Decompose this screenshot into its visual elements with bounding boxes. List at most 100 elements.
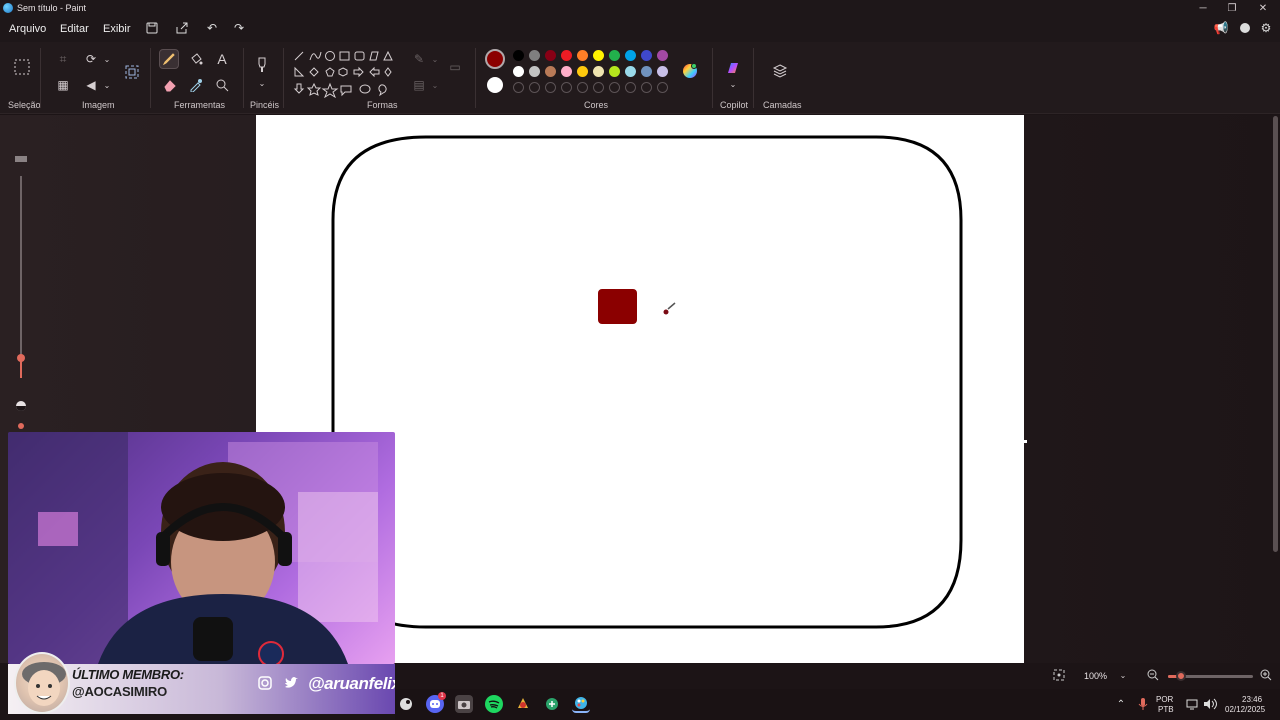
- clock-time[interactable]: 23:46: [1242, 695, 1262, 705]
- group-label-shapes: Formas: [367, 100, 398, 110]
- brush-icon[interactable]: [253, 56, 271, 74]
- fit-to-window-icon[interactable]: [1051, 667, 1067, 683]
- chevron-down-icon[interactable]: ⌄: [1116, 667, 1130, 683]
- custom-color-slot[interactable]: [545, 82, 556, 93]
- custom-color-slot[interactable]: [513, 82, 524, 93]
- spotify-icon[interactable]: [485, 695, 503, 713]
- zoom-level[interactable]: 100%: [1084, 671, 1107, 681]
- chevron-down-icon[interactable]: ⌄: [724, 75, 742, 93]
- chevron-down-icon[interactable]: ⌄: [426, 76, 444, 94]
- eraser-icon[interactable]: [161, 76, 179, 94]
- image-resize-icon[interactable]: [122, 62, 142, 82]
- undo-icon[interactable]: ↶: [204, 20, 220, 36]
- menu-file[interactable]: Arquivo: [9, 23, 46, 35]
- divider: [753, 48, 754, 108]
- palette-color-swatch[interactable]: [577, 66, 588, 77]
- primary-color-swatch[interactable]: [485, 49, 505, 69]
- network-icon[interactable]: [1184, 695, 1202, 713]
- palette-color-swatch[interactable]: [609, 50, 620, 61]
- text-tool-icon[interactable]: A: [213, 50, 231, 68]
- palette-color-swatch[interactable]: [593, 66, 604, 77]
- layers-icon[interactable]: [771, 62, 789, 80]
- zoom-slider-knob[interactable]: [1176, 671, 1186, 681]
- input-language[interactable]: POR: [1156, 695, 1173, 705]
- vertical-scrollbar[interactable]: [1273, 116, 1278, 552]
- chevron-up-icon[interactable]: ⌃: [1112, 695, 1130, 713]
- palette-color-swatch[interactable]: [577, 50, 588, 61]
- custom-color-slot[interactable]: [625, 82, 636, 93]
- custom-color-slot[interactable]: [641, 82, 652, 93]
- brush-size-slider[interactable]: [13, 150, 29, 440]
- palette-color-swatch[interactable]: [625, 50, 636, 61]
- save-icon[interactable]: [144, 20, 160, 36]
- palette-color-swatch[interactable]: [561, 50, 572, 61]
- close-button[interactable]: ✕: [1248, 0, 1278, 16]
- palette-color-swatch[interactable]: [561, 66, 572, 77]
- keyboard-layout[interactable]: PTB: [1158, 705, 1174, 715]
- selection-tool-icon[interactable]: [12, 57, 32, 77]
- settings-gear-icon[interactable]: ⚙: [1258, 20, 1274, 36]
- color-wheel-icon[interactable]: [681, 62, 699, 80]
- canvas-resize-handle[interactable]: [1024, 440, 1027, 443]
- redo-icon[interactable]: ↷: [231, 20, 247, 36]
- group-label-copilot: Copilot: [720, 100, 749, 110]
- fill-bucket-icon[interactable]: [187, 50, 205, 68]
- ribbon: Seleção ⌗ ⟳ ⌄ ▦ ◀ ⌄ Imagem A Ferramentas…: [0, 42, 1280, 114]
- palette-color-swatch[interactable]: [513, 50, 524, 61]
- color-picker-icon[interactable]: [187, 76, 205, 94]
- palette-color-swatch[interactable]: [641, 50, 652, 61]
- custom-color-slot[interactable]: [577, 82, 588, 93]
- zoom-in-icon[interactable]: [1258, 667, 1274, 683]
- account-icon[interactable]: [1237, 20, 1253, 36]
- shapes-gallery[interactable]: [293, 50, 397, 98]
- palette-color-swatch[interactable]: [625, 66, 636, 77]
- minimize-button[interactable]: ─: [1188, 0, 1218, 16]
- pencil-icon[interactable]: [159, 49, 179, 69]
- chevron-down-icon[interactable]: ⌄: [98, 50, 116, 68]
- crop-icon[interactable]: ⌗: [54, 50, 72, 68]
- palette-color-swatch[interactable]: [657, 50, 668, 61]
- image-select-icon[interactable]: ▦: [54, 76, 72, 94]
- menu-edit[interactable]: Editar: [60, 23, 89, 35]
- menu-view[interactable]: Exibir: [103, 23, 131, 35]
- tracker-app-icon[interactable]: [543, 695, 561, 713]
- divider: [283, 48, 284, 108]
- microphone-icon[interactable]: [1134, 695, 1152, 713]
- pencil-cursor-icon: [663, 302, 676, 315]
- custom-color-slot[interactable]: [561, 82, 572, 93]
- restore-button[interactable]: ❐: [1217, 0, 1247, 16]
- palette-color-swatch[interactable]: [641, 66, 652, 77]
- palette-color-swatch[interactable]: [529, 50, 540, 61]
- zoom-out-icon[interactable]: [1145, 667, 1161, 683]
- palette-color-swatch[interactable]: [545, 50, 556, 61]
- magnifier-icon[interactable]: [213, 76, 231, 94]
- custom-color-slot[interactable]: [529, 82, 540, 93]
- game-app-icon[interactable]: [514, 695, 532, 713]
- secondary-color-swatch[interactable]: [487, 77, 503, 93]
- palette-color-swatch[interactable]: [609, 66, 620, 77]
- title-bar: Sem título - Paint: [0, 0, 1280, 16]
- feedback-icon[interactable]: 📢: [1213, 20, 1229, 36]
- chevron-down-icon[interactable]: ⌄: [426, 50, 444, 68]
- divider: [475, 48, 476, 108]
- clock-date[interactable]: 02/12/2025: [1225, 705, 1265, 715]
- shape-fill-icon[interactable]: ▭: [446, 58, 464, 76]
- share-icon[interactable]: [174, 20, 190, 36]
- divider: [40, 48, 41, 108]
- paint-taskbar-icon[interactable]: [572, 695, 590, 713]
- custom-color-slot[interactable]: [657, 82, 668, 93]
- palette-color-swatch[interactable]: [513, 66, 524, 77]
- custom-color-slot[interactable]: [593, 82, 604, 93]
- chevron-down-icon[interactable]: ⌄: [98, 76, 116, 94]
- palette-color-swatch[interactable]: [529, 66, 540, 77]
- custom-color-slot[interactable]: [609, 82, 620, 93]
- discord-notification-badge: 1: [438, 692, 446, 700]
- chevron-down-icon[interactable]: ⌄: [253, 74, 271, 92]
- palette-color-swatch[interactable]: [545, 66, 556, 77]
- camera-icon[interactable]: [455, 695, 473, 713]
- palette-color-swatch[interactable]: [593, 50, 604, 61]
- steam-icon[interactable]: [397, 695, 415, 713]
- palette-color-swatch[interactable]: [657, 66, 668, 77]
- divider: [243, 48, 244, 108]
- volume-icon[interactable]: [1201, 695, 1219, 713]
